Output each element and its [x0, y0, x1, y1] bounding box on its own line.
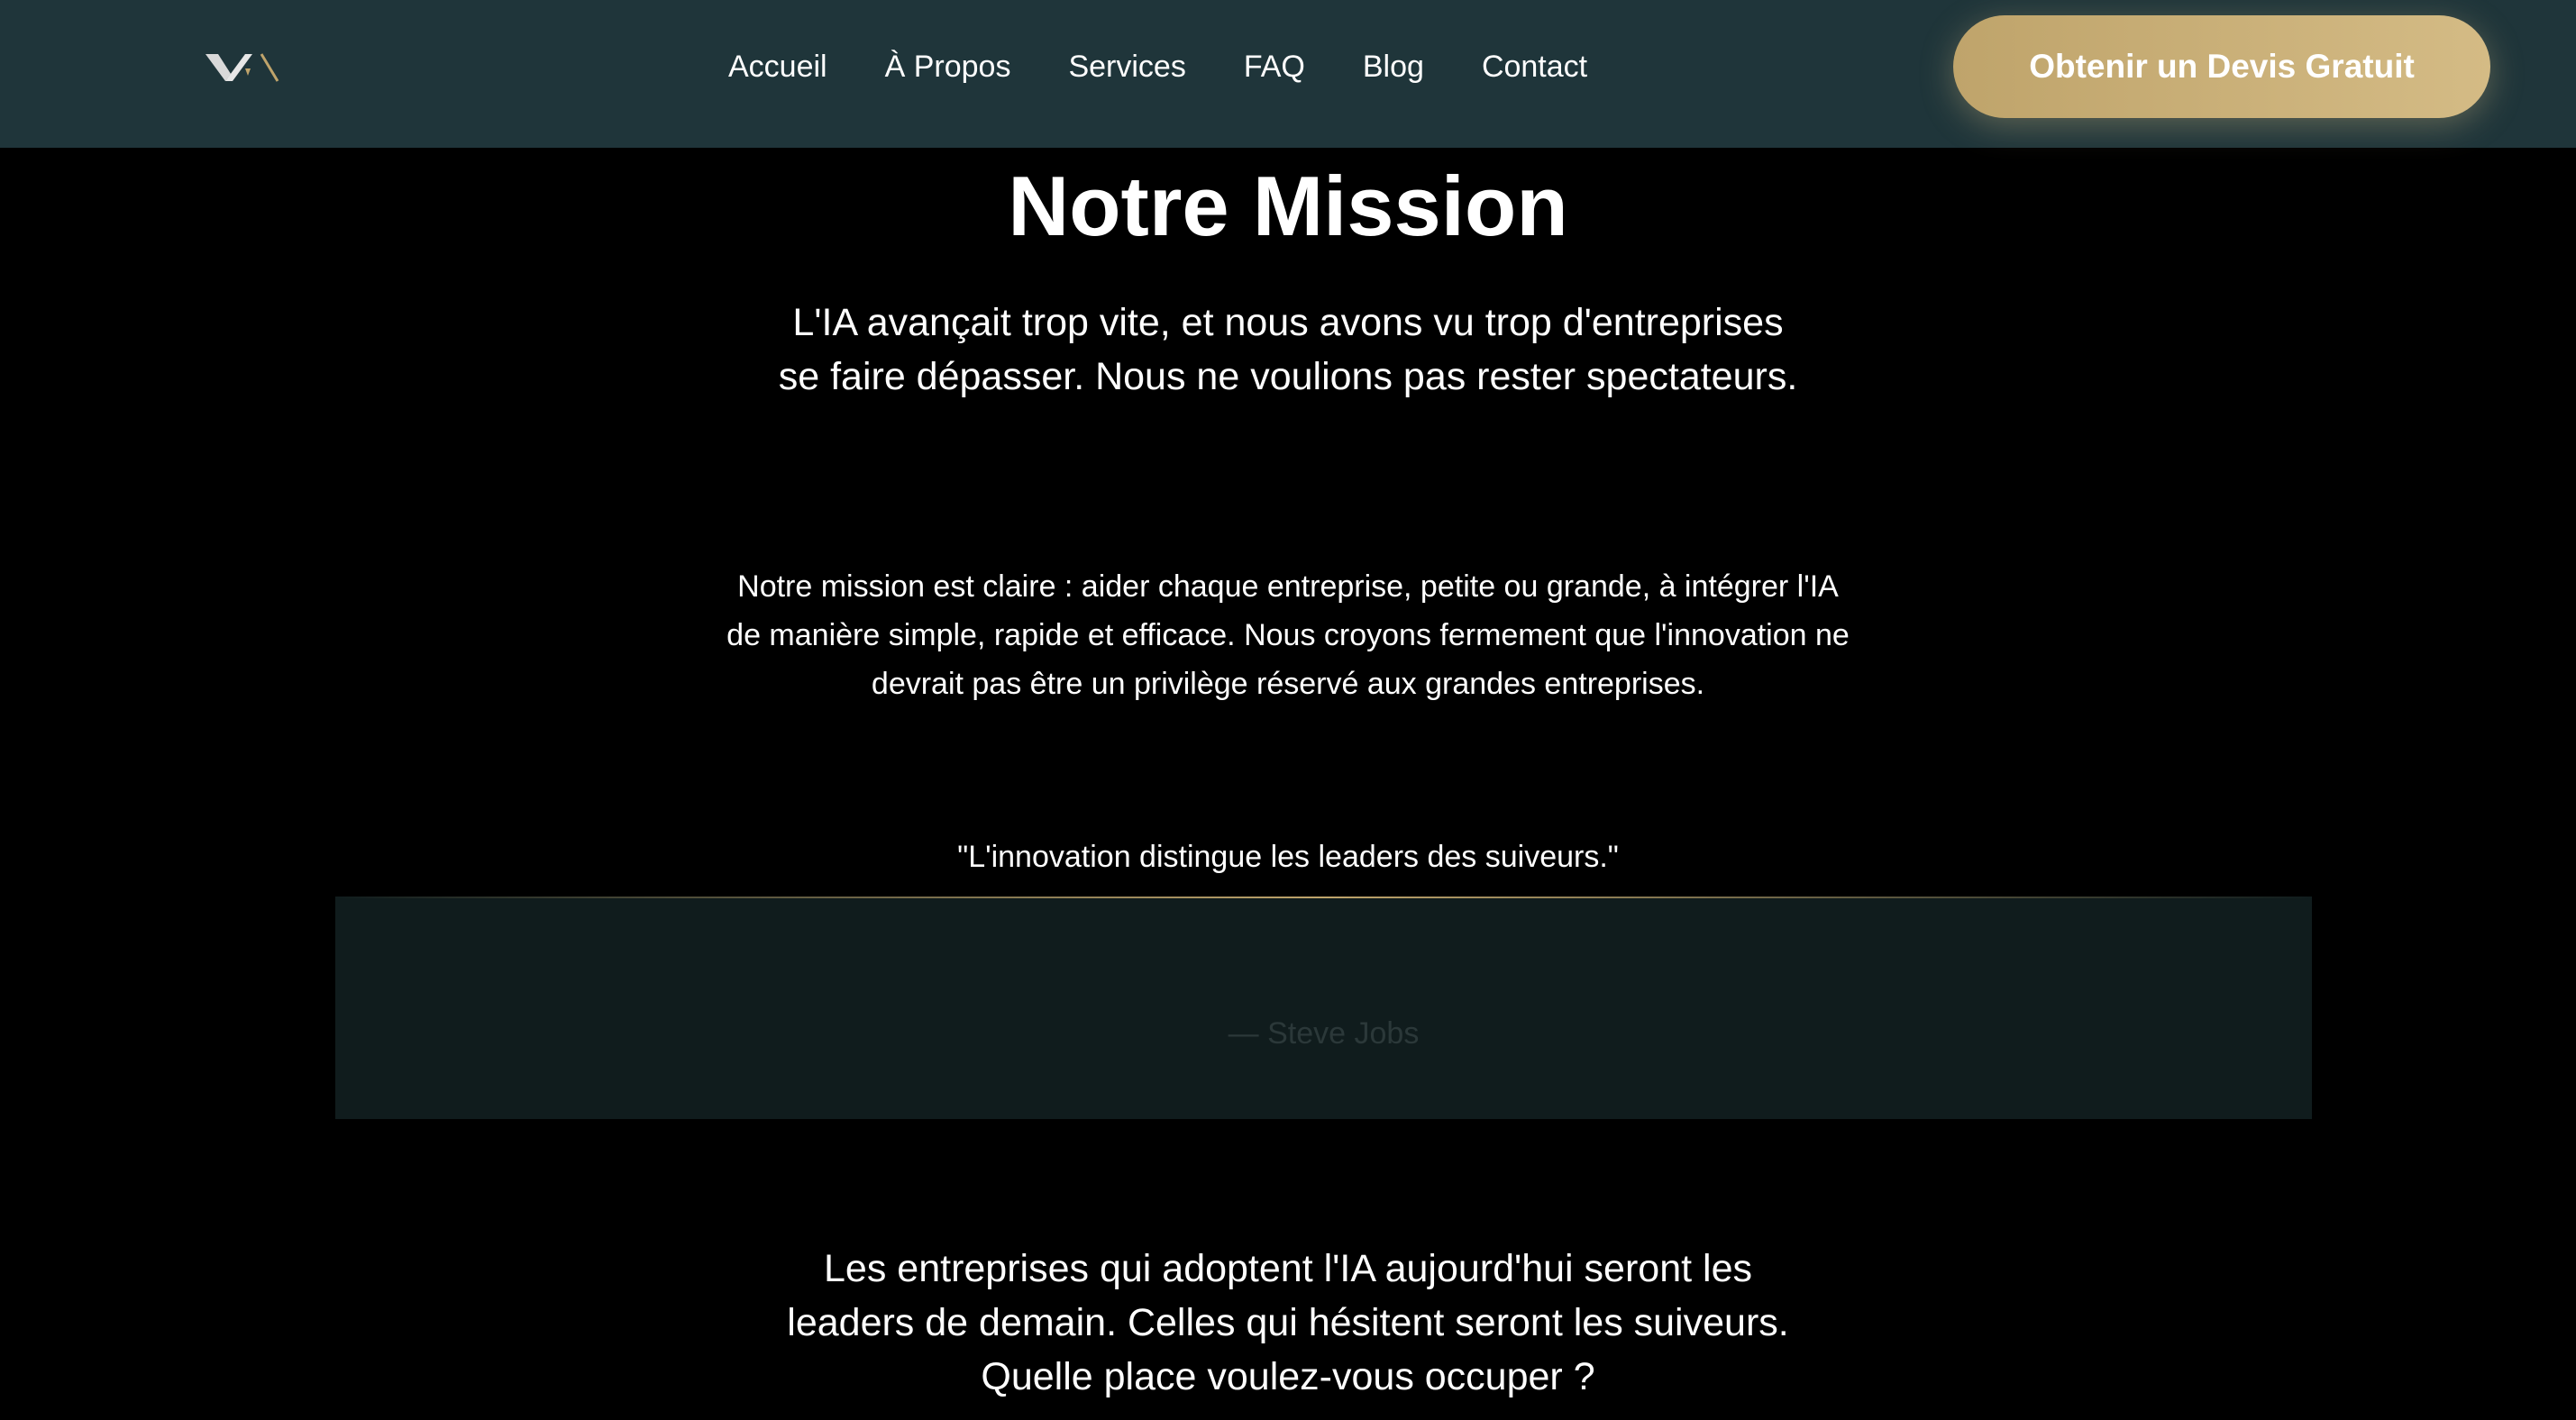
mission-title: Notre Mission: [1008, 159, 1568, 253]
mission-subtitle: L'IA avançait trop vite, et nous avons v…: [778, 301, 1798, 398]
nav-link-contact[interactable]: Contact: [1482, 50, 1587, 85]
quote-author: — Steve Jobs: [1228, 1016, 1420, 1051]
main-nav: Accueil À Propos Services FAQ Blog Conta…: [728, 0, 1645, 133]
quote-text: "L'innovation distingue les leaders des …: [957, 840, 1619, 874]
top-navbar: Accueil À Propos Services FAQ Blog Conta…: [0, 0, 2576, 148]
nav-link-a-propos[interactable]: À Propos: [885, 50, 1011, 85]
closing-statement: Les entreprises qui adoptent l'IA aujour…: [787, 1247, 1789, 1398]
brand-logo-icon[interactable]: [206, 49, 292, 85]
nav-link-blog[interactable]: Blog: [1363, 50, 1424, 85]
nav-link-faq[interactable]: FAQ: [1244, 50, 1305, 85]
mission-body-text: Notre mission est claire : aider chaque …: [726, 569, 1850, 701]
brand-logo-svg: [206, 53, 279, 82]
get-free-quote-button[interactable]: Obtenir un Devis Gratuit: [1953, 15, 2490, 118]
nav-link-accueil[interactable]: Accueil: [728, 50, 827, 85]
quote-card: — Steve Jobs: [335, 897, 2312, 1119]
nav-link-services[interactable]: Services: [1068, 50, 1185, 85]
quote-divider-line: [335, 897, 2312, 898]
